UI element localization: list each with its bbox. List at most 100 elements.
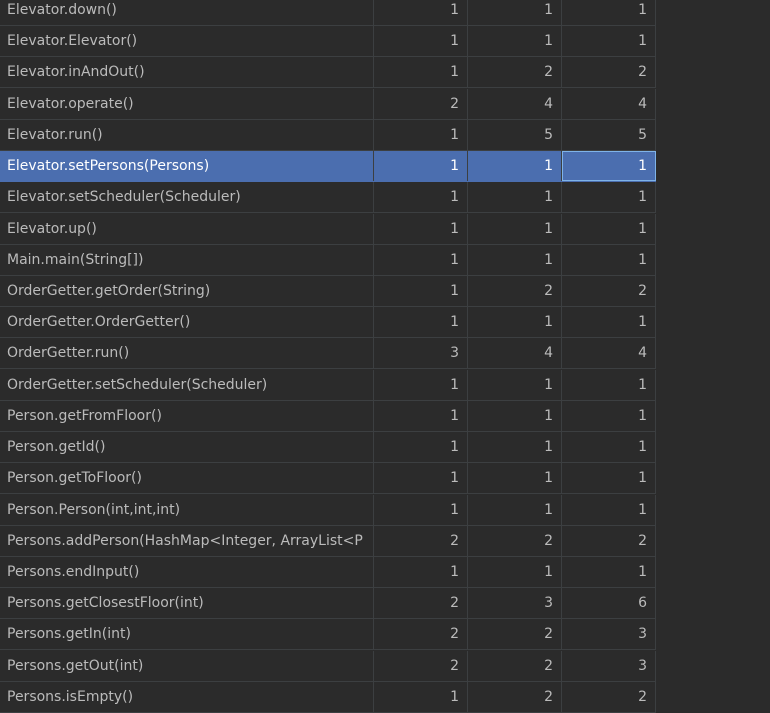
- metric-1-cell[interactable]: 1: [374, 494, 468, 525]
- metric-1-cell[interactable]: 1: [374, 151, 468, 182]
- method-name-cell[interactable]: OrderGetter.setScheduler(Scheduler): [0, 369, 374, 400]
- metric-2-cell[interactable]: 3: [468, 588, 562, 619]
- table-row[interactable]: Person.getFromFloor() 1 1 1: [0, 400, 656, 432]
- metric-2-cell[interactable]: 1: [468, 182, 562, 213]
- metric-3-cell[interactable]: 2: [562, 57, 656, 88]
- metric-3-cell[interactable]: 4: [562, 88, 656, 119]
- metric-1-cell[interactable]: 1: [374, 556, 468, 587]
- metric-2-cell[interactable]: 2: [468, 681, 562, 712]
- metric-2-cell[interactable]: 1: [468, 556, 562, 587]
- metric-2-cell[interactable]: 4: [468, 88, 562, 119]
- metric-3-cell[interactable]: 5: [562, 119, 656, 150]
- method-name-cell[interactable]: Persons.getOut(int): [0, 650, 374, 681]
- metric-2-cell[interactable]: 1: [468, 0, 562, 25]
- table-row[interactable]: Person.Person(int,int,int) 1 1 1: [0, 494, 656, 526]
- metric-1-cell[interactable]: 2: [374, 525, 468, 556]
- table-row[interactable]: Person.getId() 1 1 1: [0, 432, 656, 464]
- table-row[interactable]: OrderGetter.setScheduler(Scheduler) 1 1 1: [0, 369, 656, 401]
- table-row[interactable]: Elevator.down() 1 1 1: [0, 0, 656, 26]
- metric-1-cell[interactable]: 1: [374, 0, 468, 25]
- table-row[interactable]: Elevator.operate() 2 4 4: [0, 88, 656, 120]
- table-row[interactable]: Elevator.run() 1 5 5: [0, 119, 656, 151]
- table-row[interactable]: Persons.getOut(int) 2 2 3: [0, 650, 656, 682]
- method-name-cell[interactable]: Persons.isEmpty(): [0, 681, 374, 712]
- method-name-cell[interactable]: Person.getId(): [0, 432, 374, 463]
- table-row[interactable]: Persons.endInput() 1 1 1: [0, 556, 656, 588]
- table-row[interactable]: OrderGetter.OrderGetter() 1 1 1: [0, 307, 656, 339]
- metric-2-cell[interactable]: 1: [468, 213, 562, 244]
- metric-1-cell[interactable]: 1: [374, 432, 468, 463]
- metric-2-cell[interactable]: 2: [468, 619, 562, 650]
- metric-3-cell[interactable]: 1: [562, 369, 656, 400]
- metric-2-cell[interactable]: 5: [468, 119, 562, 150]
- method-name-cell[interactable]: Elevator.setPersons(Persons): [0, 151, 374, 182]
- method-name-cell[interactable]: Person.getToFloor(): [0, 463, 374, 494]
- metric-1-cell[interactable]: 3: [374, 338, 468, 369]
- method-name-cell[interactable]: Persons.getClosestFloor(int): [0, 588, 374, 619]
- table-row[interactable]: Elevator.setScheduler(Scheduler) 1 1 1: [0, 182, 656, 214]
- table-row[interactable]: Main.main(String[]) 1 1 1: [0, 244, 656, 276]
- metric-1-cell[interactable]: 1: [374, 463, 468, 494]
- method-name-cell[interactable]: Elevator.inAndOut(): [0, 57, 374, 88]
- metric-3-cell[interactable]: 1: [562, 244, 656, 275]
- metric-3-cell[interactable]: 1: [562, 0, 656, 25]
- method-name-cell[interactable]: OrderGetter.getOrder(String): [0, 275, 374, 306]
- metric-2-cell[interactable]: 1: [468, 494, 562, 525]
- metric-3-cell[interactable]: 1: [562, 151, 656, 182]
- method-name-cell[interactable]: Person.Person(int,int,int): [0, 494, 374, 525]
- method-name-cell[interactable]: Persons.addPerson(HashMap<Integer, Array…: [0, 525, 374, 556]
- method-name-cell[interactable]: Main.main(String[]): [0, 244, 374, 275]
- metric-2-cell[interactable]: 1: [468, 400, 562, 431]
- metric-1-cell[interactable]: 2: [374, 88, 468, 119]
- metric-3-cell[interactable]: 6: [562, 588, 656, 619]
- method-name-cell[interactable]: Elevator.down(): [0, 0, 374, 25]
- metric-1-cell[interactable]: 1: [374, 369, 468, 400]
- metric-3-cell[interactable]: 1: [562, 494, 656, 525]
- metric-3-cell[interactable]: 3: [562, 619, 656, 650]
- metric-2-cell[interactable]: 1: [468, 369, 562, 400]
- metric-3-cell[interactable]: 1: [562, 432, 656, 463]
- table-row[interactable]: OrderGetter.run() 3 4 4: [0, 338, 656, 370]
- metric-3-cell[interactable]: 1: [562, 213, 656, 244]
- metric-2-cell[interactable]: 4: [468, 338, 562, 369]
- method-name-cell[interactable]: Elevator.setScheduler(Scheduler): [0, 182, 374, 213]
- method-name-cell[interactable]: Elevator.Elevator(): [0, 26, 374, 57]
- table-row[interactable]: Elevator.Elevator() 1 1 1: [0, 26, 656, 58]
- table-row[interactable]: Elevator.setPersons(Persons) 1 1 1: [0, 151, 656, 183]
- metric-1-cell[interactable]: 1: [374, 244, 468, 275]
- method-name-cell[interactable]: Persons.endInput(): [0, 556, 374, 587]
- method-name-cell[interactable]: Elevator.run(): [0, 119, 374, 150]
- table-row[interactable]: Elevator.inAndOut() 1 2 2: [0, 57, 656, 89]
- metric-1-cell[interactable]: 1: [374, 400, 468, 431]
- metric-3-cell[interactable]: 1: [562, 26, 656, 57]
- method-name-cell[interactable]: Elevator.operate(): [0, 88, 374, 119]
- metric-3-cell[interactable]: 2: [562, 681, 656, 712]
- metric-3-cell[interactable]: 2: [562, 525, 656, 556]
- metric-1-cell[interactable]: 1: [374, 307, 468, 338]
- metric-2-cell[interactable]: 2: [468, 650, 562, 681]
- metric-1-cell[interactable]: 1: [374, 213, 468, 244]
- metric-1-cell[interactable]: 1: [374, 275, 468, 306]
- table-row[interactable]: Elevator.up() 1 1 1: [0, 213, 656, 245]
- metric-3-cell[interactable]: 2: [562, 275, 656, 306]
- metric-1-cell[interactable]: 1: [374, 681, 468, 712]
- metric-1-cell[interactable]: 2: [374, 650, 468, 681]
- table-row[interactable]: OrderGetter.getOrder(String) 1 2 2: [0, 275, 656, 307]
- metric-3-cell[interactable]: 4: [562, 338, 656, 369]
- metric-1-cell[interactable]: 1: [374, 57, 468, 88]
- table-row[interactable]: Persons.getIn(int) 2 2 3: [0, 619, 656, 651]
- metric-2-cell[interactable]: 2: [468, 525, 562, 556]
- metric-1-cell[interactable]: 2: [374, 619, 468, 650]
- metric-1-cell[interactable]: 1: [374, 26, 468, 57]
- table-row[interactable]: Persons.isEmpty() 1 2 2: [0, 681, 656, 713]
- table-row[interactable]: Person.getToFloor() 1 1 1: [0, 463, 656, 495]
- metric-2-cell[interactable]: 2: [468, 275, 562, 306]
- method-name-cell[interactable]: Elevator.up(): [0, 213, 374, 244]
- metric-2-cell[interactable]: 1: [468, 244, 562, 275]
- metric-2-cell[interactable]: 1: [468, 26, 562, 57]
- metric-2-cell[interactable]: 2: [468, 57, 562, 88]
- metric-3-cell[interactable]: 1: [562, 182, 656, 213]
- metric-2-cell[interactable]: 1: [468, 432, 562, 463]
- metric-2-cell[interactable]: 1: [468, 307, 562, 338]
- table-row[interactable]: Persons.getClosestFloor(int) 2 3 6: [0, 588, 656, 620]
